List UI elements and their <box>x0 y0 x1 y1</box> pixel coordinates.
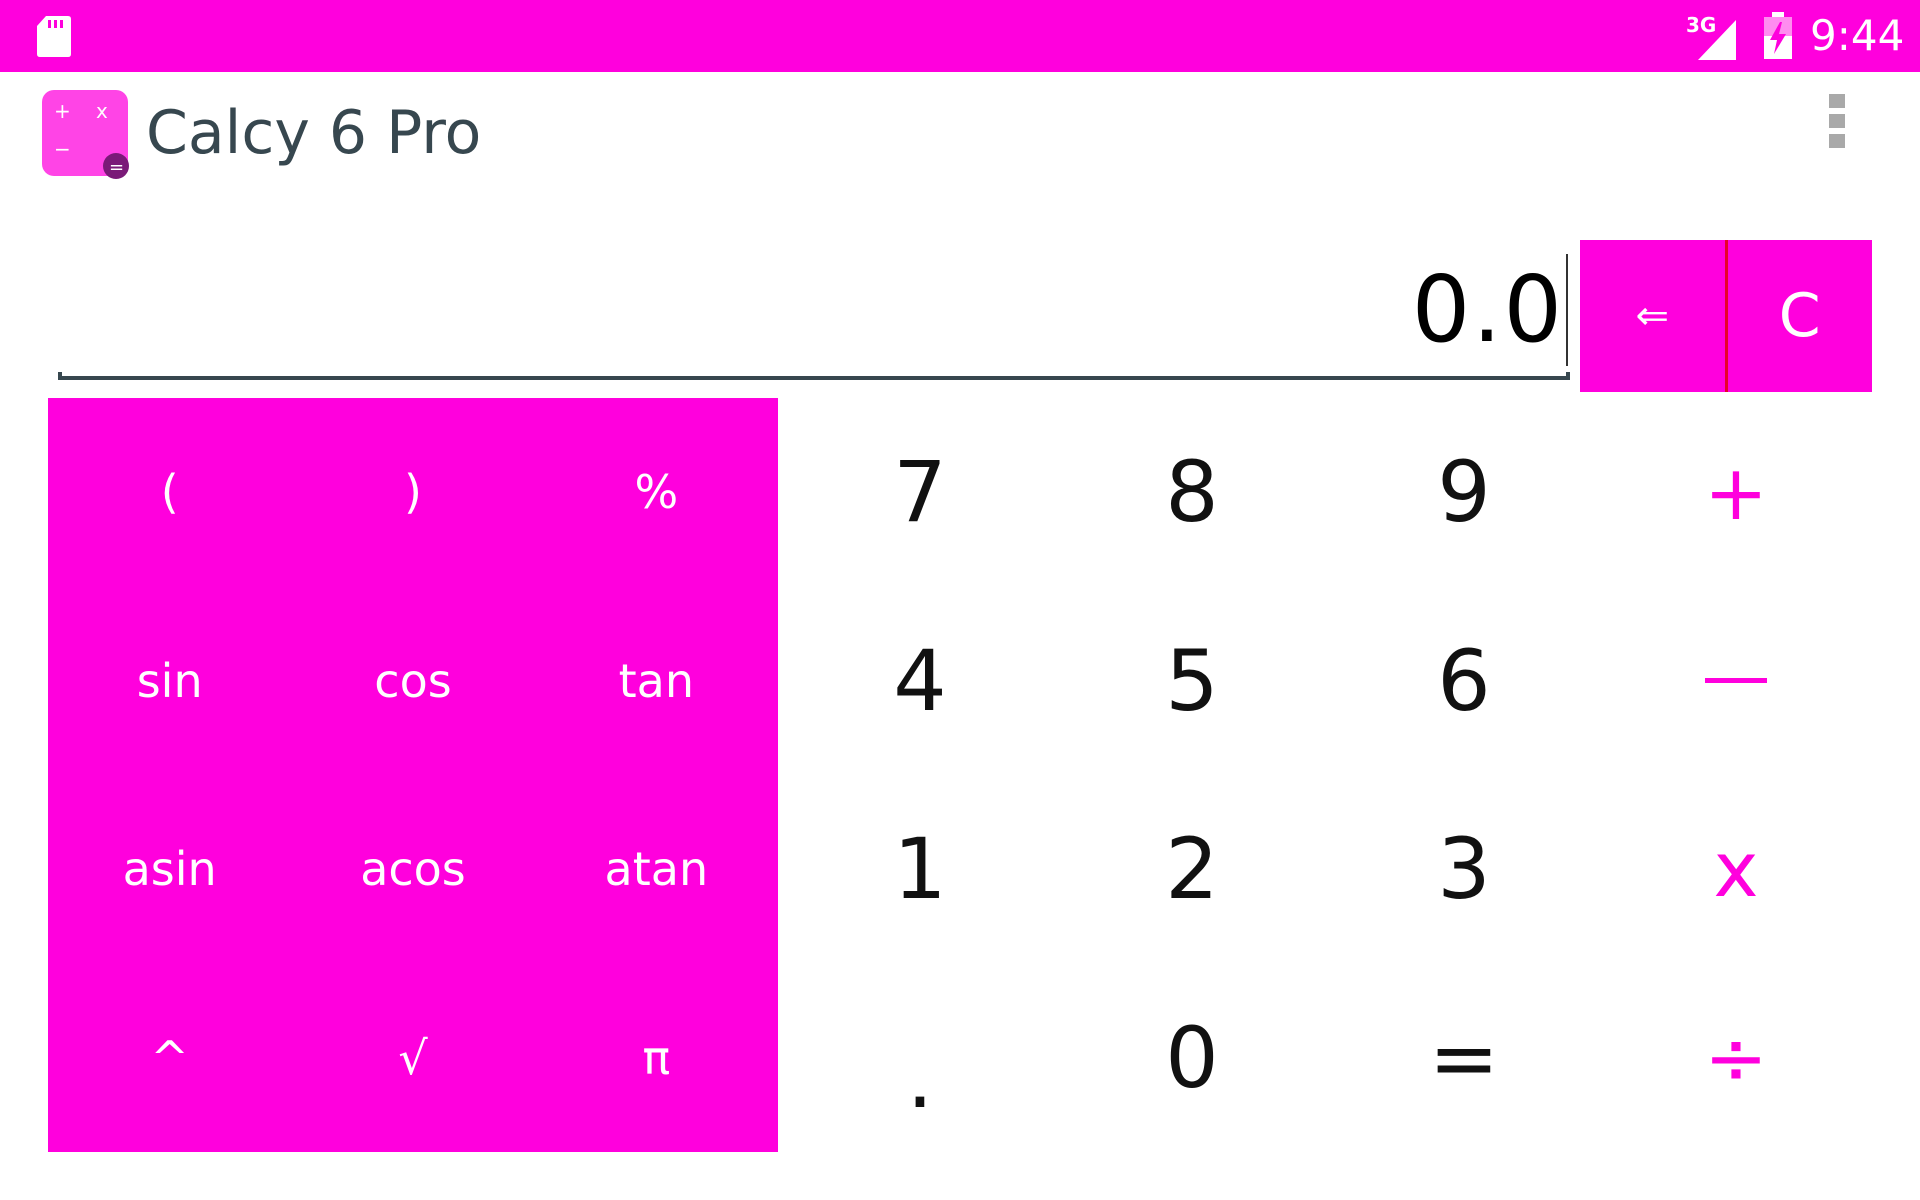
open-paren-button[interactable]: ( <box>48 398 291 587</box>
multiply-button[interactable]: x <box>1600 775 1872 964</box>
digit-1-button[interactable]: 1 <box>784 775 1056 964</box>
percent-button[interactable]: % <box>535 398 778 587</box>
scientific-keypad: ( ) % sin cos tan asin acos atan ^ √ π <box>48 398 778 1152</box>
digit-7-button[interactable]: 7 <box>784 398 1056 587</box>
status-clock: 9:44 <box>1810 11 1905 60</box>
digit-4-button[interactable]: 4 <box>784 587 1056 776</box>
equals-button[interactable]: = <box>1328 964 1600 1153</box>
signal-icon: 3G <box>1686 13 1736 60</box>
overflow-menu-button[interactable] <box>1820 94 1854 170</box>
sd-card-icon <box>37 16 71 57</box>
network-type-label: 3G <box>1686 13 1716 37</box>
battery-charging-icon <box>1764 12 1792 59</box>
svg-text:−: − <box>54 137 71 161</box>
pi-button[interactable]: π <box>535 964 778 1153</box>
cos-button[interactable]: cos <box>291 587 534 776</box>
digit-6-button[interactable]: 6 <box>1328 587 1600 776</box>
close-paren-button[interactable]: ) <box>291 398 534 587</box>
svg-text:x: x <box>96 99 108 123</box>
digit-9-button[interactable]: 9 <box>1328 398 1600 587</box>
power-button[interactable]: ^ <box>48 964 291 1153</box>
minus-symbol <box>1705 678 1767 684</box>
svg-text:+: + <box>54 99 71 123</box>
edit-controls: ⇐ C <box>1580 240 1872 392</box>
display-underline <box>58 372 1570 380</box>
digit-5-button[interactable]: 5 <box>1056 587 1328 776</box>
divide-button[interactable]: ÷ <box>1600 964 1872 1153</box>
decimal-button[interactable]: . <box>784 964 1056 1153</box>
text-cursor <box>1566 254 1568 366</box>
digit-2-button[interactable]: 2 <box>1056 775 1328 964</box>
app-title: Calcy 6 Pro <box>146 98 482 168</box>
svg-text:=: = <box>109 157 124 178</box>
asin-button[interactable]: asin <box>48 775 291 964</box>
app-logo-icon: + x − = <box>42 90 129 179</box>
number-keypad: 7 8 9 + 4 5 6 — 1 2 3 x . 0 = ÷ <box>784 398 1872 1152</box>
app-bar: + x − = Calcy 6 Pro <box>0 72 1920 192</box>
clear-button[interactable]: C <box>1728 240 1873 392</box>
status-bar: 3G 9:44 <box>0 0 1920 72</box>
digit-3-button[interactable]: 3 <box>1328 775 1600 964</box>
result-display[interactable]: 0.0 <box>58 240 1570 380</box>
digit-8-button[interactable]: 8 <box>1056 398 1328 587</box>
plus-button[interactable]: + <box>1600 398 1872 587</box>
tan-button[interactable]: tan <box>535 587 778 776</box>
digit-0-button[interactable]: 0 <box>1056 964 1328 1153</box>
display-value: 0.0 <box>1411 256 1564 363</box>
overflow-menu-icon <box>1829 94 1845 108</box>
sin-button[interactable]: sin <box>48 587 291 776</box>
sqrt-button[interactable]: √ <box>291 964 534 1153</box>
minus-button[interactable]: — <box>1600 587 1872 776</box>
acos-button[interactable]: acos <box>291 775 534 964</box>
backspace-button[interactable]: ⇐ <box>1580 240 1728 392</box>
atan-button[interactable]: atan <box>535 775 778 964</box>
